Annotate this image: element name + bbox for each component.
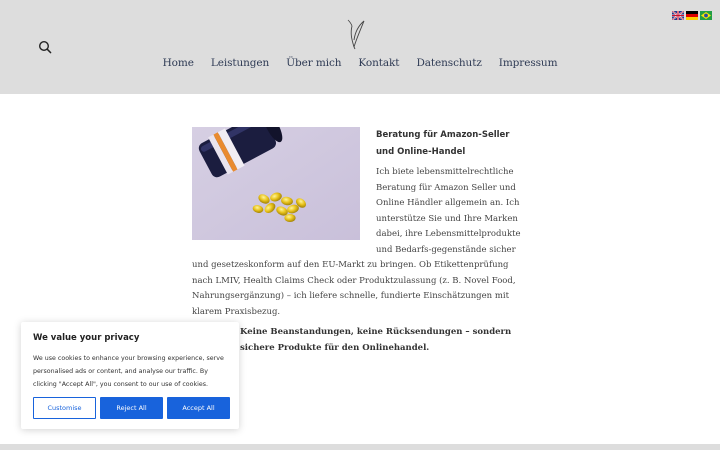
search-icon[interactable] xyxy=(38,39,52,54)
supplement-bottle-image xyxy=(192,127,360,240)
nav-kontakt[interactable]: Kontakt xyxy=(358,57,399,69)
site-header: Home Leistungen Über mich Kontakt Datens… xyxy=(0,0,720,94)
nav-leistungen[interactable]: Leistungen xyxy=(211,57,269,69)
uk-flag-icon[interactable] xyxy=(672,11,684,20)
cookie-buttons: Customise Reject All Accept All xyxy=(33,397,230,419)
customise-button[interactable]: Customise xyxy=(33,397,96,419)
cookie-title: We value your privacy xyxy=(33,333,140,343)
article-claim: Keine Beanstandungen, keine Rücksendunge… xyxy=(240,327,512,353)
feather-logo[interactable] xyxy=(345,18,367,50)
accept-all-button[interactable]: Accept All xyxy=(167,397,230,419)
main-content: Beratung für Amazon-Seller und Online-Ha… xyxy=(192,127,528,356)
nav-datenschutz[interactable]: Datenschutz xyxy=(416,57,481,69)
nav-home[interactable]: Home xyxy=(163,57,194,69)
cookie-banner: We value your privacy We use cookies to … xyxy=(21,322,239,429)
germany-flag-icon[interactable] xyxy=(686,11,698,20)
language-switcher xyxy=(672,11,712,20)
nav-ueber-mich[interactable]: Über mich xyxy=(286,57,341,69)
nav-impressum[interactable]: Impressum xyxy=(499,57,558,69)
brazil-flag-icon[interactable] xyxy=(700,11,712,20)
main-nav: Home Leistungen Über mich Kontakt Datens… xyxy=(0,57,720,69)
reject-all-button[interactable]: Reject All xyxy=(100,397,163,419)
cookie-text: We use cookies to enhance your browsing … xyxy=(33,355,224,388)
footer-strip xyxy=(0,444,720,450)
